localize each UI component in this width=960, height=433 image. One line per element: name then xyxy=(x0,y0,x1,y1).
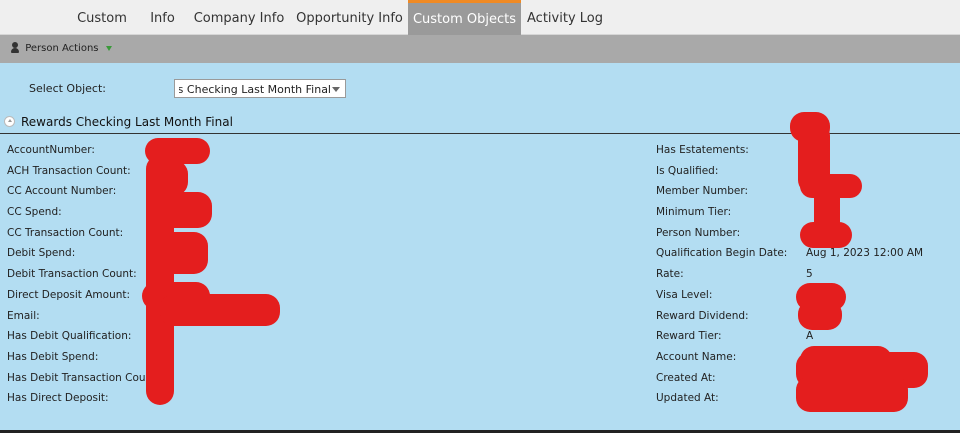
field-label: Reward Dividend: xyxy=(656,309,749,322)
field-label: CC Spend: xyxy=(7,206,62,219)
field-label: Has Estatements: xyxy=(656,144,749,156)
field-label: AccountNumber: xyxy=(7,144,95,156)
field-label: Has Debit Spend: xyxy=(7,350,99,363)
redaction-mark xyxy=(800,222,852,248)
field-label: Created At: xyxy=(656,371,716,384)
field-label: ACH Transaction Count: xyxy=(7,164,131,177)
field-label: Debit Transaction Count: xyxy=(7,268,137,281)
actions-bar: Person Actions xyxy=(0,35,960,63)
field-label: Rate: xyxy=(656,268,684,281)
section-title: Rewards Checking Last Month Final xyxy=(21,115,233,129)
field-label: Visa Level: xyxy=(656,288,713,301)
tab-opportunity-info[interactable]: Opportunity Info xyxy=(293,0,406,35)
person-actions-label: Person Actions xyxy=(25,42,99,54)
field-label: Is Qualified: xyxy=(656,164,719,177)
person-actions-menu[interactable]: Person Actions xyxy=(10,42,112,56)
tab-custom[interactable]: Custom xyxy=(67,0,137,35)
field-label: Has Debit Transaction Count: xyxy=(7,371,160,384)
field-label: CC Transaction Count: xyxy=(7,226,124,239)
field-label: CC Account Number: xyxy=(7,185,117,198)
redaction-mark xyxy=(146,192,212,228)
field-row: Minimum Tier: xyxy=(656,202,956,223)
redaction-mark xyxy=(146,232,208,274)
caret-down-icon xyxy=(105,45,112,51)
tab-company-info[interactable]: Company Info xyxy=(190,0,288,35)
field-label: Person Number: xyxy=(656,226,741,239)
field-label: Has Direct Deposit: xyxy=(7,392,109,405)
tab-bar: Custom Info Company Info Opportunity Inf… xyxy=(0,0,960,35)
tab-activity-log[interactable]: Activity Log xyxy=(524,0,606,35)
chevron-down-icon xyxy=(332,87,340,92)
redaction-mark xyxy=(146,160,188,196)
field-label: Direct Deposit Amount: xyxy=(7,288,131,301)
field-label: Reward Tier: xyxy=(656,330,722,343)
redaction-mark xyxy=(798,300,842,330)
tab-custom-objects[interactable]: Custom Objects xyxy=(408,0,521,35)
redaction-mark xyxy=(796,376,908,412)
redaction-mark xyxy=(160,294,280,326)
field-row: Rate: 5 xyxy=(656,264,956,285)
select-object-dropdown[interactable]: Rewards Checking Last Month Final xyxy=(174,79,346,98)
select-object-value: Rewards Checking Last Month Final xyxy=(179,83,331,96)
field-value: 5 xyxy=(806,268,813,281)
field-label: Qualification Begin Date: xyxy=(656,247,788,260)
field-label: Has Debit Qualification: xyxy=(7,330,132,343)
field-label: Debit Spend: xyxy=(7,247,76,260)
field-row: Reward Tier: A xyxy=(656,326,956,347)
field-label: Email: xyxy=(7,309,40,322)
field-label: Member Number: xyxy=(656,185,749,198)
person-icon xyxy=(10,42,20,54)
tab-info[interactable]: Info xyxy=(140,0,185,35)
select-object-label: Select Object: xyxy=(29,82,106,95)
field-label: Updated At: xyxy=(656,392,719,405)
collapse-icon[interactable] xyxy=(4,116,15,127)
field-label: Account Name: xyxy=(656,350,737,363)
field-label: Minimum Tier: xyxy=(656,206,732,219)
